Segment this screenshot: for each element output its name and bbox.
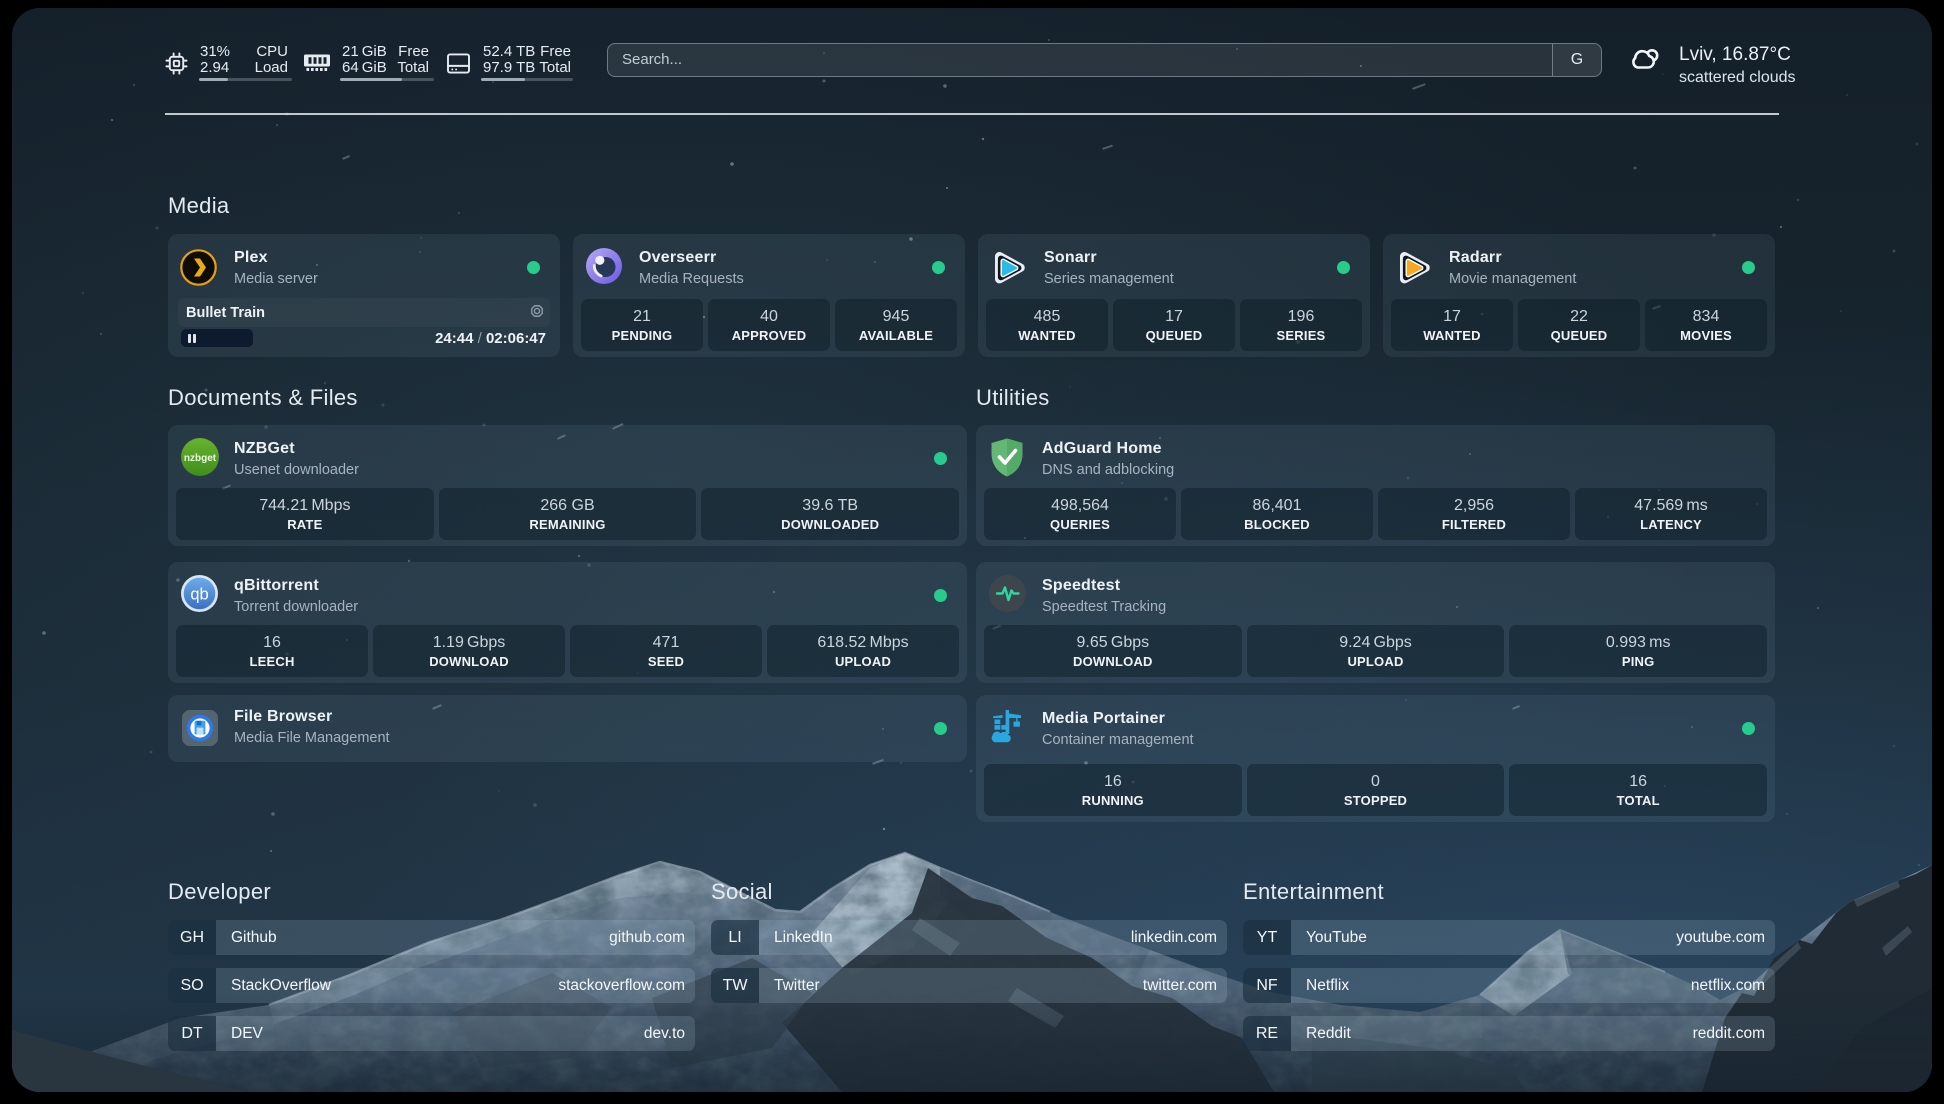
svg-text:qb: qb bbox=[190, 586, 208, 604]
svg-text:nzbget: nzbget bbox=[184, 453, 217, 464]
